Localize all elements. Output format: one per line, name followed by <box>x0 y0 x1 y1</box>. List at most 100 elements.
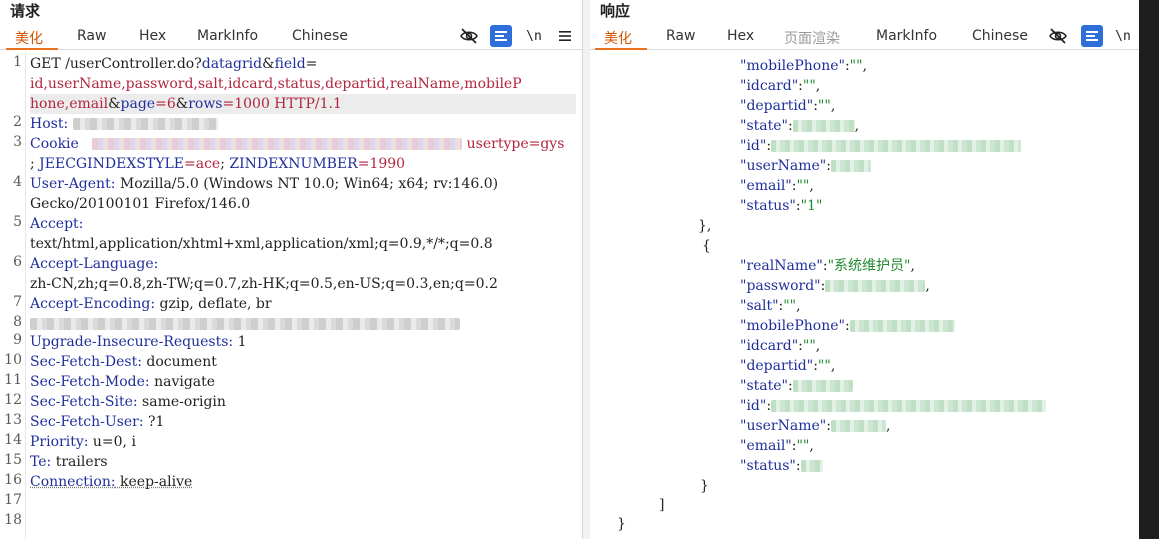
request-tab-beautify[interactable]: 美化 <box>15 28 43 48</box>
request-line: Te: trailers <box>30 454 108 470</box>
line-number: 10 <box>4 352 22 368</box>
json-line: "status":"1" <box>740 198 823 214</box>
newline-toggle-icon[interactable]: \n <box>1112 25 1134 47</box>
request-tab-chinese[interactable]: Chinese <box>292 28 348 44</box>
json-line: "salt":"", <box>740 298 801 314</box>
line-number: 12 <box>4 392 22 408</box>
line-number: 15 <box>4 452 22 468</box>
request-tab-hex[interactable]: Hex <box>139 28 166 44</box>
redacted-cookie <box>92 138 463 150</box>
response-tab-beautify[interactable]: 美化 <box>604 28 632 48</box>
window-edge <box>1139 0 1159 539</box>
request-line: Connection: keep-alive <box>30 474 193 490</box>
line-number: 2 <box>13 114 22 130</box>
json-line: "departid":"", <box>740 98 836 114</box>
request-line: Host: <box>30 114 576 134</box>
json-line: "email":"", <box>740 438 814 454</box>
request-line: ; JEECGINDEXSTYLE=ace; ZINDEXNUMBER=1990 <box>30 156 406 172</box>
line-number: 3 <box>13 134 22 150</box>
response-tab-chinese[interactable]: Chinese <box>972 28 1028 44</box>
line-number: 1 <box>13 54 22 70</box>
response-tab-raw[interactable]: Raw <box>666 28 695 44</box>
wrap-lines-icon[interactable] <box>1081 25 1103 47</box>
request-line: zh-CN,zh;q=0.8,zh-TW;q=0.7,zh-HK;q=0.5,e… <box>30 276 498 292</box>
redacted-value <box>771 400 1047 412</box>
response-tab-hex[interactable]: Hex <box>727 28 754 44</box>
line-number: 11 <box>4 372 22 388</box>
response-editor[interactable]: "mobilePhone":"", "idcard":"", "departid… <box>590 52 1139 539</box>
line-number: 9 <box>13 332 22 348</box>
request-pane: 请求 美化 Raw Hex MarkInfo Chinese \n 1 GET … <box>0 0 583 539</box>
request-tab-raw[interactable]: Raw <box>77 28 106 44</box>
line-number: 4 <box>13 174 22 190</box>
request-line: Priority: u=0, i <box>30 434 136 450</box>
response-tab-markinfo[interactable]: MarkInfo <box>876 28 937 44</box>
hide-eye-icon[interactable] <box>458 25 480 47</box>
request-line: Accept-Encoding: gzip, deflate, br <box>30 296 272 312</box>
request-editor[interactable]: 1 GET /userController.do?datagrid&field=… <box>0 52 582 539</box>
pane-splitter[interactable] <box>583 0 590 539</box>
redacted-value <box>825 280 926 292</box>
line-number: 16 <box>4 472 22 488</box>
json-line: "status": <box>740 456 1133 476</box>
request-tabbar: 美化 Raw Hex MarkInfo Chinese \n <box>0 22 582 50</box>
json-line: "mobilePhone": <box>740 316 1133 336</box>
line-number: 6 <box>13 254 22 270</box>
response-tab-render[interactable]: 页面渲染 <box>784 28 840 48</box>
json-line: "id": <box>740 396 1133 416</box>
request-line: Sec-Fetch-Site: same-origin <box>30 394 226 410</box>
line-number: 14 <box>4 432 22 448</box>
request-line: User-Agent: Mozilla/5.0 (Windows NT 10.0… <box>30 176 499 192</box>
redacted-value <box>771 140 1022 152</box>
request-title: 请求 <box>10 2 41 20</box>
redacted-value <box>849 320 955 332</box>
json-line: "email":"", <box>740 178 814 194</box>
request-line: id,userName,password,salt,idcard,status,… <box>30 76 522 92</box>
hide-eye-icon[interactable] <box>1047 25 1069 47</box>
line-number: 7 <box>13 294 22 310</box>
response-title: 响应 <box>600 2 631 20</box>
request-line: Gecko/20100101 Firefox/146.0 <box>30 196 251 212</box>
json-line: "departid":"", <box>740 358 836 374</box>
request-line: Accept: <box>30 216 84 232</box>
json-line: "idcard":"", <box>740 78 821 94</box>
menu-icon[interactable] <box>554 25 576 47</box>
redacted-header <box>30 318 460 330</box>
json-line: "id": <box>740 136 1133 156</box>
redacted-value <box>800 460 823 472</box>
redacted-value <box>830 160 871 172</box>
line-number: 8 <box>13 314 22 330</box>
line-number: 13 <box>4 412 22 428</box>
response-tabbar: 美化 Raw Hex 页面渲染 MarkInfo Chinese \n <box>590 22 1139 50</box>
json-line: ] <box>659 497 665 513</box>
newline-toggle-icon[interactable]: \n <box>523 25 545 47</box>
json-line: { <box>702 238 711 254</box>
json-line: }, <box>698 218 712 234</box>
response-pane: 响应 美化 Raw Hex 页面渲染 MarkInfo Chinese \n "… <box>590 0 1139 539</box>
redacted-value <box>792 380 853 392</box>
request-active-tab-indicator <box>6 48 58 50</box>
request-tab-markinfo[interactable]: MarkInfo <box>197 28 258 44</box>
request-line: Accept-Language: <box>30 256 159 272</box>
line-number: 18 <box>4 512 22 528</box>
line-number: 5 <box>13 214 22 230</box>
json-line: "idcard":"", <box>740 338 821 354</box>
redacted-value <box>792 120 855 132</box>
line-number: 17 <box>4 492 22 508</box>
json-line: "password":, <box>740 278 930 294</box>
request-line: Sec-Fetch-Dest: document <box>30 354 217 370</box>
request-line: Sec-Fetch-User: ?1 <box>30 414 165 430</box>
request-line: hone,email&page=6&rows=1000 HTTP/1.1 <box>30 94 576 114</box>
response-active-tab-indicator <box>595 48 647 50</box>
json-line: "userName":, <box>740 418 891 434</box>
json-line: "state": <box>740 376 1133 396</box>
json-line: "userName": <box>740 156 1133 176</box>
json-line: } <box>617 516 626 532</box>
request-line <box>30 314 576 334</box>
json-line: "realName":"系统维护员", <box>740 258 915 274</box>
request-line: Upgrade-Insecure-Requests: 1 <box>30 334 247 350</box>
wrap-lines-icon[interactable] <box>490 25 512 47</box>
json-line: } <box>700 478 709 494</box>
request-line: Sec-Fetch-Mode: navigate <box>30 374 216 390</box>
json-line: "state":, <box>740 118 860 134</box>
